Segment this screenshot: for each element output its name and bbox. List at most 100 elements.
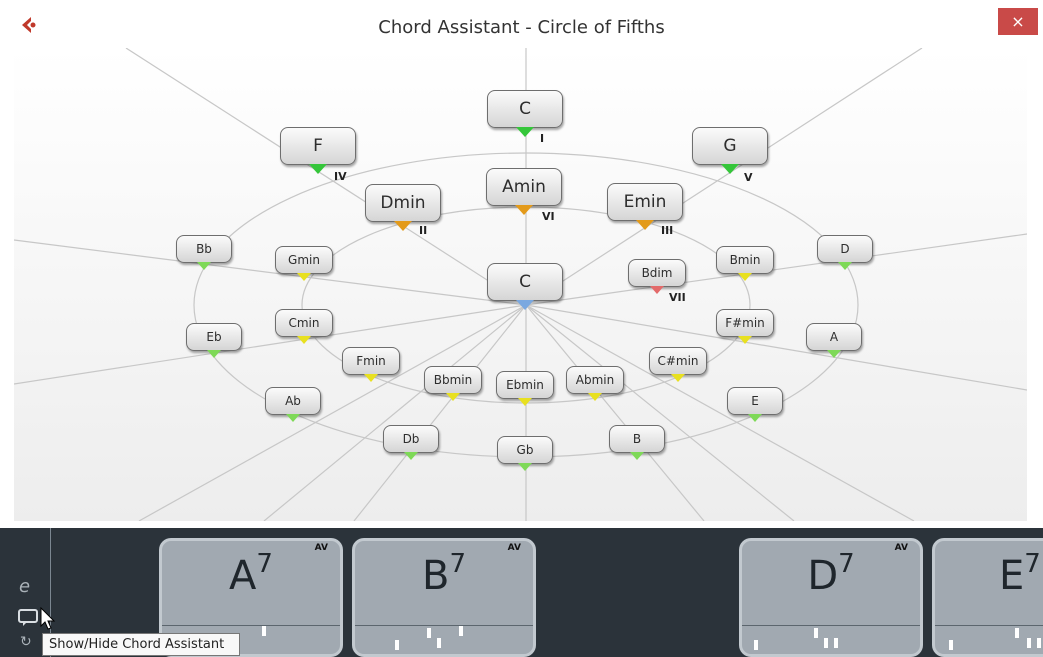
chord-label: Gb — [516, 443, 534, 457]
chord-node-b[interactable]: B — [609, 425, 665, 460]
chord-node-a[interactable]: A — [806, 323, 862, 358]
chord-event-label: E7 — [999, 549, 1041, 599]
chord-indicator — [297, 336, 311, 344]
chord-node-eb[interactable]: Eb — [186, 323, 242, 358]
chord-label: Bdim — [641, 266, 673, 280]
chord-label: C — [519, 99, 531, 119]
tooltip: Show/Hide Chord Assistant — [42, 633, 240, 656]
roman-numeral: II — [419, 224, 428, 237]
chord-indicator — [738, 336, 752, 344]
roman-numeral: I — [540, 132, 545, 145]
chord-indicator — [721, 164, 739, 174]
chord-event-d7[interactable]: AV D7 — [739, 538, 923, 657]
chord-event-label: D7 — [807, 549, 855, 599]
chord-node-gb[interactable]: Gb — [497, 436, 553, 471]
audio-voicing-label: AV — [314, 543, 328, 553]
chord-indicator — [286, 414, 300, 422]
chord-label: Ebmin — [506, 378, 544, 392]
chord-node-emin[interactable]: Emin — [607, 183, 683, 230]
roman-numeral: V — [744, 171, 753, 184]
chord-node-amin[interactable]: Amin — [486, 168, 562, 215]
chord-label: Db — [402, 432, 420, 446]
chord-node-ab[interactable]: Ab — [265, 387, 321, 422]
close-button[interactable]: × — [998, 8, 1038, 35]
chord-node-c[interactable]: C — [487, 90, 563, 137]
chord-indicator — [297, 273, 311, 281]
chord-label: Bmin — [729, 253, 761, 267]
chord-indicator — [394, 221, 412, 231]
chord-indicator — [515, 205, 533, 215]
chord-event-e7[interactable]: E7 — [932, 538, 1043, 657]
chord-indicator — [309, 164, 327, 174]
chord-indicator — [630, 452, 644, 460]
chord-label: Ab — [285, 394, 301, 408]
chord-node-f[interactable]: F — [280, 127, 356, 174]
mouse-cursor-icon — [40, 607, 56, 630]
voicing-lane — [742, 625, 920, 654]
chord-node-d[interactable]: D — [817, 235, 873, 270]
chord-indicator — [650, 286, 664, 294]
chord-label: Eb — [206, 330, 222, 344]
chord-node-g[interactable]: G — [692, 127, 768, 174]
chord-node-fsharpmin[interactable]: F#min — [716, 309, 774, 344]
chord-label: B — [632, 432, 642, 446]
audio-voicing-label: AV — [894, 543, 908, 553]
chord-node-fmin[interactable]: Fmin — [342, 347, 400, 382]
circle-of-fifths-canvas[interactable]: C C I F IV G V Amin VI Dmin II Emin III … — [14, 48, 1027, 521]
roman-numeral: VI — [542, 210, 555, 223]
chord-label: G — [723, 136, 737, 156]
chord-indicator — [671, 374, 685, 382]
chord-label: Bb — [196, 242, 212, 256]
e-logo-icon[interactable]: e — [19, 576, 30, 597]
voicing-lane — [355, 625, 533, 654]
audio-voicing-label: AV — [507, 543, 521, 553]
chord-indicator — [518, 398, 532, 406]
chord-indicator — [518, 463, 532, 471]
chord-event-b7[interactable]: AV B7 — [352, 538, 536, 657]
refresh-icon[interactable]: ↻ — [20, 634, 32, 650]
chord-label: F#min — [725, 316, 765, 330]
chord-node-csharpmin[interactable]: C#min — [649, 347, 707, 382]
voicing-lane — [935, 625, 1043, 654]
chord-node-bdim[interactable]: Bdim — [628, 259, 686, 294]
chord-node-dmin[interactable]: Dmin — [365, 184, 441, 231]
chord-indicator — [446, 393, 460, 401]
chord-label: Gmin — [288, 253, 320, 267]
chord-node-bbmin[interactable]: Bbmin — [424, 366, 482, 401]
chord-label: E — [751, 394, 759, 408]
chord-node-bmin[interactable]: Bmin — [716, 246, 774, 281]
chord-indicator — [207, 350, 221, 358]
chord-indicator — [516, 127, 534, 137]
chord-node-center[interactable]: C — [487, 263, 563, 310]
chord-label: Emin — [623, 192, 667, 212]
chord-indicator — [404, 452, 418, 460]
chord-label: Abmin — [575, 373, 615, 387]
chord-indicator — [748, 414, 762, 422]
chord-indicator — [838, 262, 852, 270]
window-title: Chord Assistant - Circle of Fifths — [378, 17, 665, 38]
title-bar: Chord Assistant - Circle of Fifths × — [0, 0, 1043, 46]
chord-label: C#min — [657, 354, 699, 368]
chord-label: Fmin — [356, 354, 386, 368]
chord-label: A — [829, 330, 839, 344]
close-icon: × — [1011, 12, 1025, 31]
chord-node-cmin[interactable]: Cmin — [275, 309, 333, 344]
chord-label: Dmin — [380, 193, 426, 213]
chord-label: Bbmin — [433, 373, 473, 387]
chord-indicator — [197, 262, 211, 270]
chord-label: F — [313, 136, 323, 156]
chord-indicator — [588, 393, 602, 401]
chord-label: D — [840, 242, 850, 256]
chord-node-e[interactable]: E — [727, 387, 783, 422]
chord-label: Amin — [502, 177, 546, 197]
chord-node-db[interactable]: Db — [383, 425, 439, 460]
chord-event-label: A7 — [229, 549, 273, 599]
chord-assistant-icon[interactable] — [17, 608, 39, 628]
chord-node-bb[interactable]: Bb — [176, 235, 232, 270]
chord-indicator — [827, 350, 841, 358]
chord-node-abmin[interactable]: Abmin — [566, 366, 624, 401]
chord-node-ebmin[interactable]: Ebmin — [496, 371, 554, 406]
chord-indicator — [516, 300, 534, 310]
chord-node-gmin[interactable]: Gmin — [275, 246, 333, 281]
chord-event-label: B7 — [422, 549, 466, 599]
